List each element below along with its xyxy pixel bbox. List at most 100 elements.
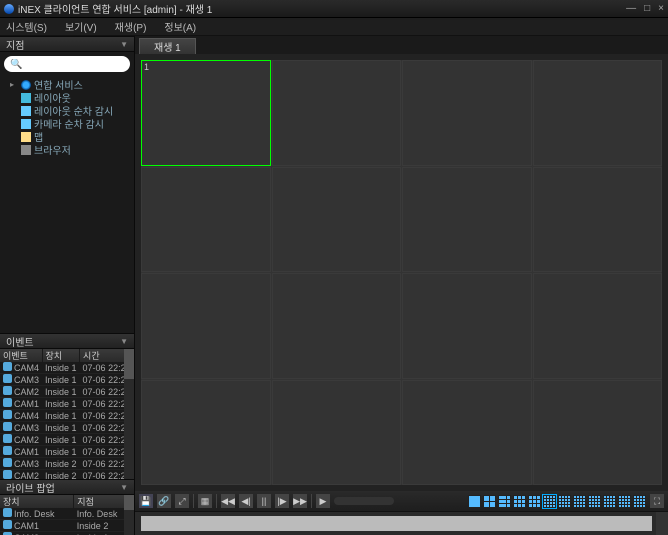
tree-item-label: 브라우저 [34,142,71,157]
live-row[interactable]: Info. DeskInfo. Desk [0,508,134,520]
site-panel-header[interactable]: 지점 ▼ [0,36,134,52]
video-cell[interactable] [141,167,271,273]
video-cell[interactable] [402,167,532,273]
motion-icon [3,422,12,431]
layseq-icon [21,106,31,116]
expand-button[interactable]: ⤢ [175,494,189,508]
step-mode-button[interactable]: ▦ [198,494,212,508]
site-panel-title: 지점 [6,37,24,52]
camera-icon [3,520,12,529]
link-button[interactable]: 🔗 [157,494,171,508]
layout-3x3-button[interactable] [513,495,526,508]
video-cell[interactable] [141,380,271,486]
event-row[interactable]: CAM2Inside 107-06 22:27... [0,434,134,446]
motion-icon [3,410,12,419]
tab-play1[interactable]: 재생 1 [139,38,196,54]
event-col-event[interactable]: 이벤트 [0,349,42,362]
event-row[interactable]: CAM2Inside 207-06 22:28... [0,470,134,480]
video-grid: 1 [141,60,662,485]
cell-number: 1 [144,62,149,72]
video-cell[interactable] [272,167,402,273]
layout-4x4-button[interactable] [573,495,586,508]
timeline-scrollbar[interactable] [656,512,668,535]
tree-item-browser[interactable]: 브라우저 [4,143,130,156]
video-cell[interactable] [533,273,663,379]
map-icon [21,132,31,142]
app-logo-icon [4,4,14,14]
pause-button[interactable]: || [257,494,271,508]
motion-icon [3,362,12,371]
globe-icon [21,80,31,90]
browser-icon [21,145,31,155]
timeline[interactable] [135,511,668,535]
video-cell[interactable]: 1 [141,60,271,166]
motion-icon [3,470,12,479]
forward-fast-button[interactable]: ▶▶ [293,494,307,508]
menu-system[interactable]: 시스템(S) [6,19,47,34]
layout-4x4-button[interactable] [618,495,631,508]
maximize-button[interactable]: □ [644,3,650,14]
chevron-down-icon[interactable]: ▼ [120,40,128,49]
layout-4x4-button[interactable] [543,495,556,508]
chevron-down-icon[interactable]: ▼ [120,483,128,492]
minimize-button[interactable]: — [626,3,636,14]
menu-play[interactable]: 재생(P) [115,19,147,34]
video-cell[interactable] [272,380,402,486]
live-scrollbar[interactable] [124,495,134,535]
play-button[interactable]: ▶ [316,494,330,508]
event-row[interactable]: CAM3Inside 207-06 22:28... [0,458,134,470]
search-wrap [0,52,134,76]
event-row[interactable]: CAM1Inside 107-06 22:27... [0,446,134,458]
event-table: 이벤트 장치 시간 CAM4Inside 107-06 22:28...CAM3… [0,349,134,479]
close-button[interactable]: × [658,3,664,14]
menu-about[interactable]: 정보(A) [164,19,196,34]
save-button[interactable]: 💾 [139,494,153,508]
video-cell[interactable] [533,380,663,486]
live-panel-title: 라이브 팝업 [6,480,55,495]
forward-step-button[interactable]: |▶ [275,494,289,508]
video-cell[interactable] [533,60,663,166]
layout-4x4-button[interactable] [633,495,646,508]
event-row[interactable]: CAM1Inside 107-06 22:28... [0,398,134,410]
event-row[interactable]: CAM3Inside 107-06 22:27... [0,422,134,434]
live-panel-header[interactable]: 라이브 팝업 ▼ [0,479,134,495]
video-cell[interactable] [272,273,402,379]
live-row[interactable]: CAM2Inside 1 [0,532,134,535]
video-cell[interactable] [402,60,532,166]
layout-4x4-button[interactable] [588,495,601,508]
rewind-fast-button[interactable]: ◀◀ [221,494,235,508]
event-col-device[interactable]: 장치 [42,349,80,362]
event-panel-header[interactable]: 이벤트 ▼ [0,333,134,349]
motion-icon [3,398,12,407]
menubar: 시스템(S) 보기(V) 재생(P) 정보(A) [0,18,668,36]
timeline-track[interactable] [141,516,652,531]
search-input[interactable] [4,56,130,72]
rewind-step-button[interactable]: ◀| [239,494,253,508]
layout-4x4-button[interactable] [603,495,616,508]
layout-4x4-button[interactable] [558,495,571,508]
tree-item-camseq[interactable]: 카메라 순차 감시 [4,117,130,130]
tab-strip: 재생 1 [135,36,668,54]
event-panel-title: 이벤트 [6,334,34,349]
menu-view[interactable]: 보기(V) [65,19,97,34]
event-scrollbar[interactable] [124,349,134,479]
video-cell[interactable] [402,380,532,486]
camera-icon [3,508,12,517]
video-cell[interactable] [402,273,532,379]
video-cell[interactable] [272,60,402,166]
live-col-device[interactable]: 장치 [0,495,74,508]
speed-slider[interactable] [334,497,394,505]
layout-1p5-button[interactable] [498,495,511,508]
event-row[interactable]: CAM4Inside 107-06 22:28... [0,362,134,374]
live-row[interactable]: CAM1Inside 2 [0,520,134,532]
event-row[interactable]: CAM2Inside 107-06 22:28... [0,386,134,398]
event-row[interactable]: CAM4Inside 107-06 22:27... [0,410,134,422]
fullscreen-button[interactable]: ⛶ [650,494,664,508]
video-cell[interactable] [533,167,663,273]
layout-1x1-button[interactable] [468,495,481,508]
layout-2x2-button[interactable] [483,495,496,508]
layout-3x3-button[interactable] [528,495,541,508]
video-cell[interactable] [141,273,271,379]
event-row[interactable]: CAM3Inside 107-06 22:28... [0,374,134,386]
chevron-down-icon[interactable]: ▼ [120,337,128,346]
